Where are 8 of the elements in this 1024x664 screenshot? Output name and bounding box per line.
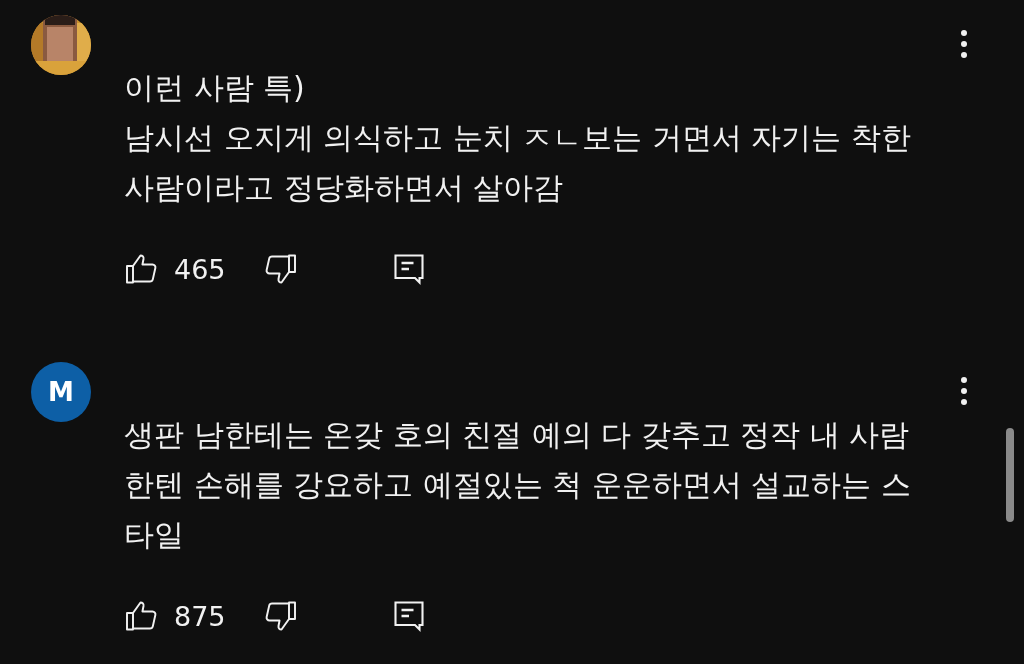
like-count: 875 (174, 600, 226, 632)
more-icon[interactable] (958, 29, 969, 59)
comment-text: 이런 사람 특) 남시선 오지게 의식하고 눈치 ㅈㄴ보는 거면서 자기는 착한 사람이라고 정당화하면서 살아감 (124, 69, 911, 207)
more-icon[interactable] (958, 376, 969, 406)
comment-text: 생판 남한테는 온갖 호의 친절 예의 다 갖추고 정작 내 사람 한텐 손해를 강요하고 예절있는 척 운운하면서 설교하는 스 타일 (124, 416, 911, 554)
avatar[interactable]: M (31, 362, 91, 422)
scrollbar[interactable] (1006, 428, 1014, 522)
like-count: 465 (174, 253, 226, 285)
